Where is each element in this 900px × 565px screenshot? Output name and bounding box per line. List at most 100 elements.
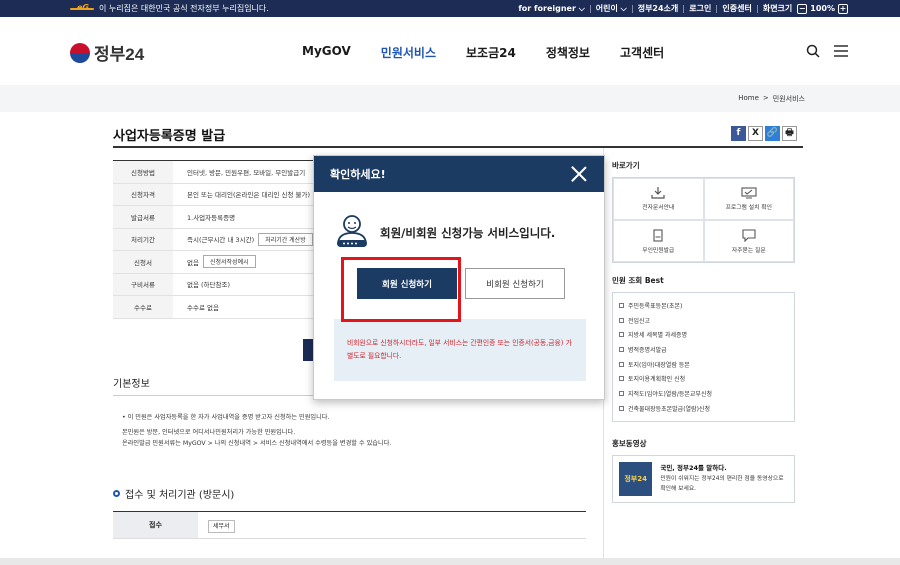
row-label: 발급서류 (113, 206, 173, 228)
about-link[interactable]: 정부24소개 (638, 3, 679, 14)
service-info-table: 신청방법 인터넷, 방문, 민원우편, 모바일, 무인발급기 신청자격 본인 또는 … (113, 160, 313, 319)
list-bullet-icon (619, 346, 624, 352)
x-icon[interactable]: X (748, 126, 763, 141)
reception-title: 접수 및 처리기관 (방문시) (113, 486, 234, 501)
best-title: 민원 조회 Best (612, 276, 664, 285)
guest-apply-button[interactable]: 비회원 신청하기 (465, 268, 565, 299)
basic-info-title: 기본정보 (113, 379, 150, 390)
row-value-text: 없음 (187, 258, 199, 267)
list-item-label: 지적도(임야도)열람/등본교부신청 (628, 390, 712, 398)
row-value: 본인 또는 대리인(온라인은 대리인 신청 불가) (187, 191, 311, 200)
row-value: 없음 신청서작성예시 (173, 255, 256, 269)
row-label: 구비서류 (113, 273, 173, 295)
list-item[interactable]: 전입신고 (619, 313, 788, 328)
form-example-button[interactable]: 신청서작성예시 (202, 255, 256, 269)
promo-card[interactable]: 정부24 국민, 정부24를 말하다. 민원이 쉬워지는 정부24의 편리한 점… (612, 454, 795, 503)
nav-subsidy[interactable]: 보조금24 (466, 44, 516, 61)
list-item[interactable]: 주민등록표등본(초본) (619, 298, 788, 313)
list-item[interactable]: 지적도(임야도)열람/등본교부신청 (619, 386, 788, 401)
quick-links: 전자문서안내 프로그램 설치 확인 무인민원발급 자주묻는 질문 (612, 177, 795, 263)
quick-link-program-check[interactable]: 프로그램 설치 확인 (703, 178, 794, 220)
cert-center-link[interactable]: 인증센터 (722, 3, 751, 14)
egov-logo-icon: eG (70, 3, 94, 14)
foreigner-link[interactable]: for foreigner ⌵ (518, 4, 584, 14)
row-value-text: 즉시(근무시간 내 3시간) (187, 236, 255, 245)
zoom-control: − 100% + (797, 3, 848, 14)
best-services: 민원 조회 Best 주민등록표등본(초본) 전입신고 지방세 세목별 과세증명… (612, 275, 795, 422)
list-item-label: 토지(임야)대장열람 등본 (628, 361, 690, 369)
nav-policy[interactable]: 정책정보 (546, 44, 590, 61)
row-label: 처리기간 (113, 228, 173, 250)
list-item-label: 전입신고 (628, 317, 651, 325)
table-row: 발급서류 1.사업자등록증명 (113, 206, 313, 229)
list-bullet-icon (619, 390, 624, 396)
divider (589, 4, 591, 13)
facebook-icon[interactable]: f (731, 126, 746, 141)
login-link[interactable]: 로그인 (689, 3, 711, 14)
modal-notice: 비회원으로 신청하시더라도, 일부 서비스는 간편인증 또는 인증서(공동,금융… (334, 319, 586, 381)
promo-headline: 국민, 정부24를 말하다. (660, 464, 727, 472)
share-tools: f X 🔗 🖶 (731, 126, 797, 141)
quick-link-kiosk[interactable]: 무인민원발급 (613, 220, 704, 262)
nav-customer-center[interactable]: 고객센터 (620, 44, 664, 61)
divider (716, 4, 718, 13)
nav-civil-service[interactable]: 민원서비스 (381, 44, 436, 61)
print-icon[interactable]: 🖶 (782, 126, 797, 141)
taskbar-edge (0, 558, 900, 565)
search-icon[interactable] (806, 44, 820, 58)
breadcrumb-separator: > (762, 94, 769, 102)
row-value: 인터넷, 방문, 민원우편, 모바일, 무인발급기 (187, 168, 306, 177)
download-icon (651, 187, 665, 199)
row-value: 세무서 (198, 519, 235, 533)
apply-button[interactable] (303, 339, 313, 361)
tax-office-chip[interactable]: 세무서 (208, 519, 235, 533)
row-label: 신청자격 (113, 183, 173, 205)
quick-link-faq[interactable]: 자주묻는 질문 (703, 220, 794, 262)
promo-text: 국민, 정부24를 말하다. 민원이 쉬워지는 정부24의 편리한 점을 동영상… (660, 463, 788, 494)
title-divider (113, 146, 803, 148)
official-notice-text: 이 누리집은 대한민국 공식 전자정부 누리집입니다. (99, 4, 269, 13)
kids-link[interactable]: 어린이 ⌵ (596, 3, 627, 14)
taeguk-icon (70, 42, 90, 63)
page-title: 사업자등록증명 발급 (113, 129, 226, 144)
list-item-label: 주민등록표등본(초본) (628, 302, 683, 310)
table-row: 처리기간 즉시(근무시간 내 3시간) 처리기간 계산방 (113, 228, 313, 251)
row-label: 신청서 (113, 251, 173, 273)
site-logo[interactable]: 정부24 (70, 40, 144, 65)
modal-title: 확인하세요! (330, 168, 386, 181)
list-item[interactable]: 토지이용계획확인 신청 (619, 371, 788, 386)
menu-icon[interactable] (834, 45, 848, 57)
video-thumbnail[interactable]: 정부24 (619, 461, 653, 496)
top-bar: eG 이 누리집은 대한민국 공식 전자정부 누리집입니다. for forei… (0, 0, 900, 17)
link-icon[interactable]: 🔗 (765, 126, 780, 141)
quick-links-title: 바로가기 (612, 161, 640, 170)
list-item[interactable]: 병적증명서발급 (619, 342, 788, 357)
quick-link-label: 프로그램 설치 확인 (725, 205, 772, 211)
quick-link-edoc[interactable]: 전자문서안내 (613, 178, 704, 220)
list-item[interactable]: 지방세 세목별 과세증명 (619, 327, 788, 342)
breadcrumb-current[interactable]: 민원서비스 (773, 94, 805, 104)
divider (631, 4, 633, 13)
row-value: 1.사업자등록증명 (187, 213, 236, 222)
nav-mygov[interactable]: MyGOV (302, 44, 351, 61)
zoom-in-button[interactable]: + (838, 3, 848, 14)
right-sidebar: 바로가기 전자문서안내 프로그램 설치 확인 무인민원발급 자주묻는 질문 민원… (612, 160, 795, 503)
zoom-out-button[interactable]: − (797, 3, 808, 14)
list-bullet-icon (619, 405, 624, 411)
table-row: 구비서류 없음 (하단참조) (113, 273, 313, 296)
table-row: 신청방법 인터넷, 방문, 민원우편, 모바일, 무인발급기 (113, 161, 313, 184)
list-bullet-icon (619, 376, 624, 382)
row-label: 접수 (113, 512, 198, 538)
promo-body: 민원이 쉬워지는 정부24의 편리한 점을 동영상으로 확인해 보세요. (660, 476, 784, 492)
quick-link-label: 자주묻는 질문 (731, 247, 766, 254)
list-item[interactable]: 토지(임야)대장열람 등본 (619, 357, 788, 372)
official-notice: eG 이 누리집은 대한민국 공식 전자정부 누리집입니다. (70, 3, 269, 14)
processing-time-button[interactable]: 처리기간 계산방 (258, 232, 313, 246)
breadcrumb-home[interactable]: Home (738, 94, 759, 104)
modal-message: 회원/비회원 신청가능 서비스입니다. (334, 213, 555, 253)
list-item[interactable]: 건축물대장등초본발급(열람)신청 (619, 401, 788, 416)
reception-title-text: 접수 및 처리기관 (방문시) (125, 490, 235, 501)
header-icons (806, 44, 848, 58)
utility-links: for foreigner ⌵ 어린이 ⌵ 정부24소개 로그인 인증센터 화면… (518, 3, 848, 14)
close-icon[interactable] (570, 165, 588, 183)
